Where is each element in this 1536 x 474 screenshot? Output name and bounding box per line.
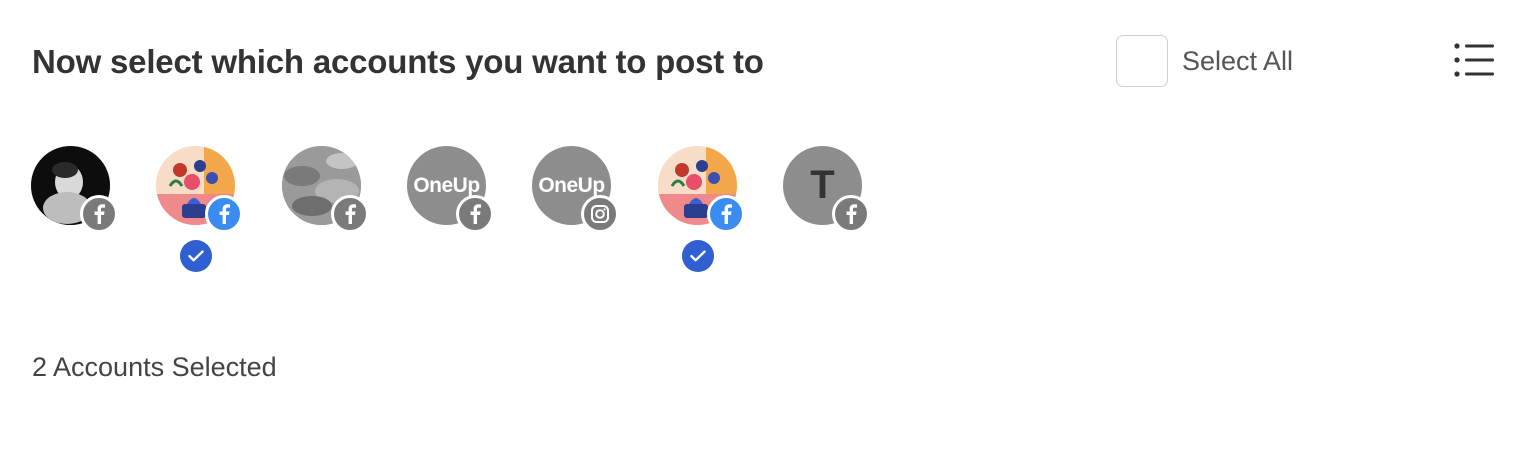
account-item[interactable] [156, 146, 246, 276]
select-all-toggle[interactable]: Select All [1116, 33, 1293, 89]
network-badge [205, 195, 243, 233]
facebook-icon [94, 204, 105, 224]
facebook-icon [721, 204, 732, 224]
account-item[interactable] [658, 146, 748, 276]
instagram-icon [591, 205, 609, 223]
header: Now select which accounts you want to po… [32, 35, 1504, 87]
account-item[interactable]: T [783, 146, 873, 276]
facebook-icon [846, 204, 857, 224]
facebook-icon [219, 204, 230, 224]
list-view-button[interactable] [1454, 42, 1496, 78]
network-badge [80, 195, 118, 233]
selected-check-icon [180, 240, 212, 272]
list-icon [1454, 43, 1494, 77]
select-all-checkbox[interactable] [1116, 35, 1168, 87]
select-all-label: Select All [1182, 45, 1294, 76]
account-item[interactable] [31, 146, 121, 276]
network-badge [832, 195, 870, 233]
page-title: Now select which accounts you want to po… [32, 43, 764, 80]
network-badge [456, 195, 494, 233]
selected-check-icon [682, 240, 714, 272]
account-item[interactable] [282, 146, 372, 276]
network-badge [331, 195, 369, 233]
network-badge [707, 195, 745, 233]
network-badge [581, 195, 619, 233]
selected-count: 2 Accounts Selected [32, 352, 277, 382]
facebook-icon [345, 204, 356, 224]
facebook-icon [470, 204, 481, 224]
account-item[interactable]: OneUp [407, 146, 497, 276]
account-item[interactable]: OneUp [532, 146, 622, 276]
